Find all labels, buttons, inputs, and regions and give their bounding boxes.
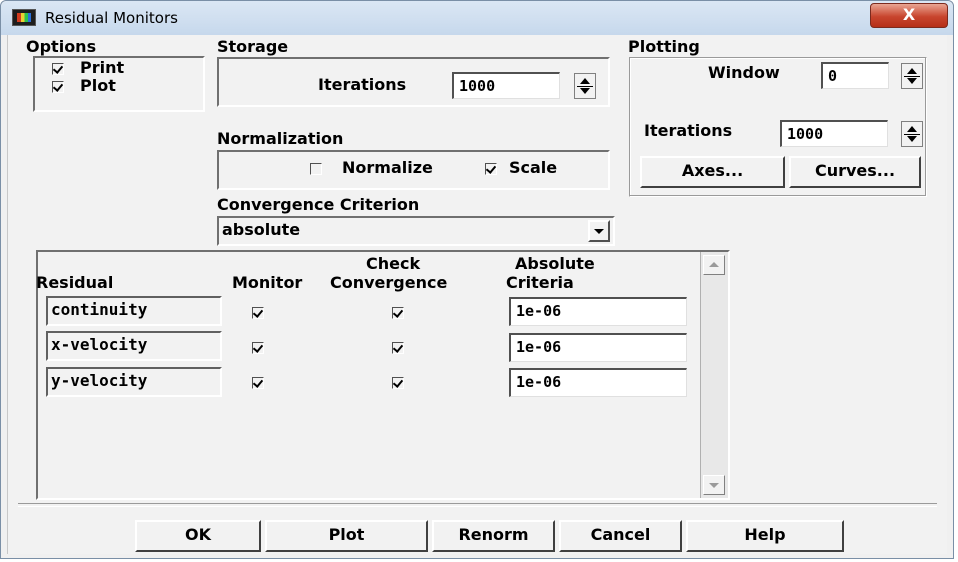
- curves-button[interactable]: Curves...: [789, 156, 921, 188]
- close-button[interactable]: X: [870, 3, 948, 28]
- renorm-button[interactable]: Renorm: [432, 520, 555, 552]
- print-label: Print: [80, 58, 125, 77]
- dialog-body: Options Print Plot Storage Iterations 10…: [7, 35, 947, 554]
- storage-label: Storage: [217, 37, 289, 56]
- scroll-down-icon[interactable]: [703, 475, 725, 495]
- plotting-label: Plotting: [628, 37, 700, 56]
- convergence-label: Convergence Criterion: [217, 195, 420, 214]
- table-scrollbar[interactable]: [700, 252, 728, 498]
- plotting-window-input[interactable]: 0: [821, 62, 889, 89]
- header-residual: Residual: [36, 273, 114, 292]
- convergence-dropdown[interactable]: absolute: [217, 216, 615, 246]
- chevron-down-icon[interactable]: [588, 220, 610, 242]
- criteria-input[interactable]: 1e-06: [509, 333, 687, 362]
- convergence-selected: absolute: [222, 220, 301, 239]
- monitor-checkbox[interactable]: [252, 307, 264, 319]
- header-criteria: Criteria: [506, 273, 574, 292]
- header-check: Check: [366, 254, 421, 273]
- window-title: Residual Monitors: [45, 9, 178, 27]
- storage-iterations-spinner[interactable]: [574, 73, 596, 99]
- check-convergence-checkbox[interactable]: [392, 377, 404, 389]
- plotting-iterations-spinner[interactable]: [901, 121, 923, 147]
- header-monitor: Monitor: [232, 273, 303, 292]
- divider: [18, 503, 937, 507]
- print-checkbox[interactable]: [52, 63, 64, 75]
- normalize-label: Normalize: [342, 158, 433, 177]
- monitor-checkbox[interactable]: [252, 342, 264, 354]
- help-button[interactable]: Help: [686, 520, 844, 552]
- scroll-up-icon[interactable]: [703, 255, 725, 275]
- plotting-iterations-label: Iterations: [644, 121, 733, 140]
- storage-iterations-input[interactable]: 1000: [452, 72, 560, 99]
- scale-label: Scale: [509, 158, 558, 177]
- plotting-window-label: Window: [708, 63, 780, 82]
- criteria-input[interactable]: 1e-06: [509, 297, 687, 326]
- plot-checkbox[interactable]: [52, 81, 64, 93]
- plot-label: Plot: [80, 76, 116, 95]
- check-convergence-checkbox[interactable]: [392, 342, 404, 354]
- plotting-iterations-input[interactable]: 1000: [780, 120, 888, 147]
- check-convergence-checkbox[interactable]: [392, 307, 404, 319]
- residual-name-cell: continuity: [46, 296, 222, 326]
- title-bar[interactable]: Residual Monitors X: [1, 1, 953, 35]
- scale-checkbox[interactable]: [485, 163, 497, 175]
- plotting-window-spinner[interactable]: [901, 63, 923, 89]
- options-label: Options: [26, 37, 97, 56]
- storage-iterations-label: Iterations: [318, 75, 407, 94]
- cancel-button[interactable]: Cancel: [559, 520, 682, 552]
- ok-button[interactable]: OK: [135, 520, 261, 552]
- app-icon: [12, 9, 36, 26]
- normalization-label: Normalization: [217, 129, 344, 148]
- residual-name-cell: y-velocity: [46, 367, 222, 397]
- normalize-checkbox[interactable]: [310, 163, 322, 175]
- criteria-input[interactable]: 1e-06: [509, 368, 687, 397]
- axes-button[interactable]: Axes...: [640, 156, 785, 188]
- plot-button[interactable]: Plot: [265, 520, 428, 552]
- header-absolute: Absolute: [515, 254, 595, 273]
- residual-monitors-window: Residual Monitors X Options Print Plot S…: [0, 0, 954, 559]
- residual-name-cell: x-velocity: [46, 331, 222, 361]
- monitor-checkbox[interactable]: [252, 377, 264, 389]
- header-convergence: Convergence: [330, 273, 448, 292]
